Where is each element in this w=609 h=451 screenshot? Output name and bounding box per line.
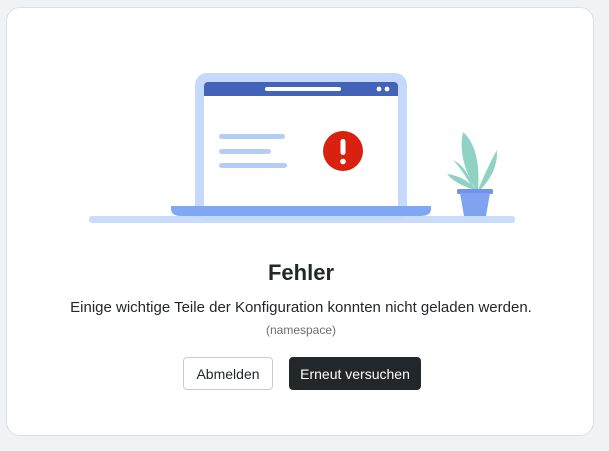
laptop-icon	[171, 73, 431, 221]
error-illustration	[89, 73, 515, 223]
logout-button[interactable]: Abmelden	[183, 357, 273, 390]
error-icon	[323, 131, 363, 171]
error-title: Fehler	[267, 260, 335, 285]
retry-button[interactable]: Erneut versuchen	[289, 357, 421, 390]
error-dialog: Fehler Einige wichtige Teile der Konfigu…	[6, 7, 594, 436]
error-message: Einige wichtige Teile der Konfiguration …	[70, 299, 532, 316]
error-detail: (namespace)	[265, 323, 337, 337]
plant-icon	[447, 132, 498, 216]
